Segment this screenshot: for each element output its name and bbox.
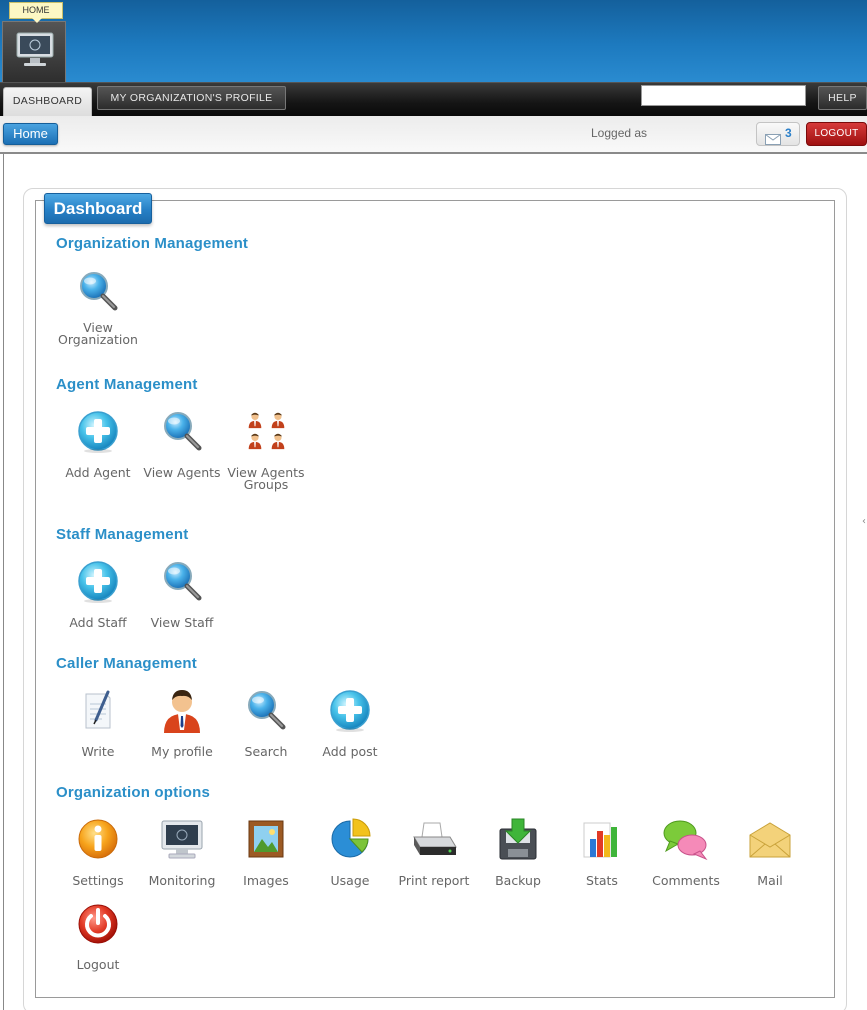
stats-button[interactable]: Stats <box>560 814 644 887</box>
magnifier-icon <box>140 406 224 456</box>
section-title-caller-management: Caller Management <box>56 655 197 672</box>
section-title-organization-management: Organization Management <box>56 235 249 252</box>
item-label: Backup <box>495 873 541 888</box>
picture-frame-icon <box>224 814 308 864</box>
monitor-icon <box>140 814 224 864</box>
item-label: Write <box>81 744 115 759</box>
view-agents-button[interactable]: View Agents <box>140 406 224 479</box>
home-tab[interactable] <box>2 21 66 82</box>
user-avatar-icon <box>140 685 224 735</box>
write-button[interactable]: Write <box>56 685 140 758</box>
logout-option-button[interactable]: Logout <box>56 898 140 971</box>
message-count: 3 <box>785 126 792 140</box>
my-profile-button[interactable]: My profile <box>140 685 224 758</box>
add-staff-button[interactable]: Add Staff <box>56 556 140 629</box>
search-input[interactable] <box>641 85 806 106</box>
section-title-agent-management: Agent Management <box>56 376 198 393</box>
scroll-mark: ‹ <box>862 516 866 527</box>
item-label: Add post <box>322 744 378 759</box>
speech-bubbles-icon <box>644 814 728 864</box>
item-label: Settings <box>72 873 124 888</box>
item-label: Search <box>244 744 288 759</box>
item-label: Print report <box>398 873 470 888</box>
item-label: Stats <box>586 873 618 888</box>
mail-button[interactable]: Mail <box>728 814 812 887</box>
monitor-icon <box>15 31 55 73</box>
tab-dashboard[interactable]: DASHBOARD <box>3 87 92 117</box>
logged-as-text: Logged as <box>591 126 648 140</box>
usage-button[interactable]: Usage <box>308 814 392 887</box>
messages-button[interactable]: 3 <box>756 122 800 146</box>
view-agents-groups-button[interactable]: View Agents Groups <box>224 406 308 491</box>
add-agent-button[interactable]: Add Agent <box>56 406 140 479</box>
item-label: View Agents Groups <box>227 465 305 492</box>
backup-button[interactable]: Backup <box>476 814 560 887</box>
sub-header: Home Logged as 3 LOGOUT <box>0 116 867 154</box>
pen-paper-icon <box>56 685 140 735</box>
backup-download-icon <box>476 814 560 864</box>
info-settings-icon <box>56 814 140 864</box>
tab-my-organization-profile[interactable]: MY ORGANIZATION'S PROFILE <box>97 86 286 110</box>
item-label: View Agents <box>143 465 221 480</box>
view-staff-button[interactable]: View Staff <box>140 556 224 629</box>
item-label: Comments <box>652 873 720 888</box>
item-label: Logout <box>76 957 120 972</box>
envelope-icon <box>765 130 781 149</box>
comments-button[interactable]: Comments <box>644 814 728 887</box>
magnifier-icon <box>224 685 308 735</box>
item-label: View Organization <box>58 320 138 347</box>
magnifier-icon <box>56 266 140 316</box>
search-button[interactable]: Search <box>224 685 308 758</box>
power-icon <box>56 898 140 948</box>
magnifier-icon <box>140 556 224 606</box>
envelope-icon <box>728 814 812 864</box>
add-post-button[interactable]: Add post <box>308 685 392 758</box>
item-label: Add Staff <box>69 615 127 630</box>
pie-chart-icon <box>308 814 392 864</box>
item-label: View Staff <box>150 615 214 630</box>
dashboard-title: Dashboard <box>44 193 152 224</box>
bar-chart-icon <box>560 814 644 864</box>
page-left-border <box>3 154 4 1010</box>
home-tooltip: HOME <box>9 2 63 23</box>
images-button[interactable]: Images <box>224 814 308 887</box>
home-button[interactable]: Home <box>3 123 58 145</box>
item-label: Monitoring <box>148 873 216 888</box>
item-label: Usage <box>330 873 370 888</box>
item-label: Add Agent <box>65 465 131 480</box>
main-nav: DASHBOARD MY ORGANIZATION'S PROFILE HELP <box>0 82 867 117</box>
monitoring-button[interactable]: Monitoring <box>140 814 224 887</box>
settings-button[interactable]: Settings <box>56 814 140 887</box>
add-plus-icon <box>56 556 140 606</box>
item-label: My profile <box>151 744 213 759</box>
add-plus-icon <box>308 685 392 735</box>
people-group-icon <box>224 406 308 456</box>
print-report-button[interactable]: Print report <box>392 814 476 887</box>
item-label: Images <box>243 873 289 888</box>
view-organization-button[interactable]: View Organization <box>56 266 140 346</box>
section-title-staff-management: Staff Management <box>56 526 189 543</box>
help-button[interactable]: HELP <box>818 86 867 110</box>
printer-icon <box>392 814 476 864</box>
add-plus-icon <box>56 406 140 456</box>
top-banner <box>0 0 867 82</box>
section-title-organization-options: Organization options <box>56 784 210 801</box>
logout-button[interactable]: LOGOUT <box>806 122 867 146</box>
item-label: Mail <box>757 873 783 888</box>
